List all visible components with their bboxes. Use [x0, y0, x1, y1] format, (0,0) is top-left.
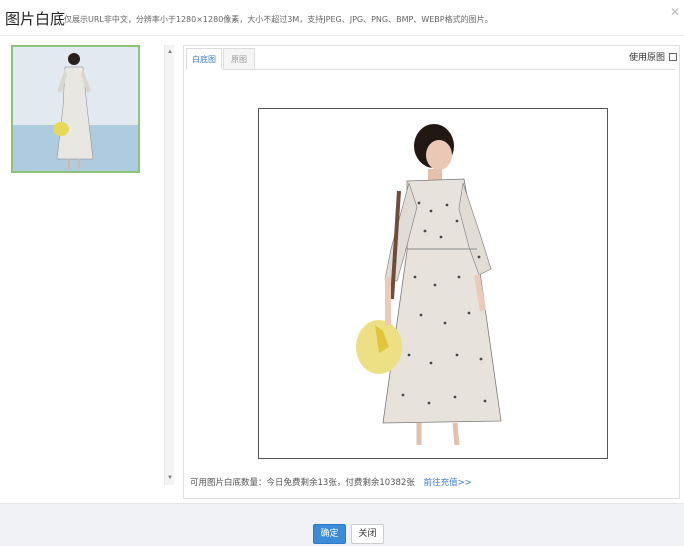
use-original-option[interactable]: 使用原图 [629, 50, 677, 63]
close-button[interactable]: 关闭 [351, 524, 384, 544]
image-thumbnail[interactable] [11, 45, 140, 173]
recharge-link[interactable]: 前往充值>> [424, 478, 472, 488]
use-original-label: 使用原图 [628, 53, 665, 63]
confirm-button[interactable]: 确定 [313, 524, 346, 544]
scroll-down-icon[interactable]: ▼ [165, 475, 175, 481]
dialog-subtitle: 仅展示URL非中文，分辨率小于1280×1280像素，大小不超过3M，支持JPE… [64, 15, 493, 24]
close-icon[interactable]: ✕ [670, 6, 680, 18]
preview-panel: 白底图 原图 使用原图 [183, 45, 680, 499]
tab-white-background[interactable]: 白底图 [186, 48, 222, 70]
tab-divider [255, 69, 675, 70]
thumbnail-scrollbar[interactable]: ▲ ▼ [164, 45, 174, 485]
use-original-checkbox[interactable] [669, 52, 677, 61]
image-preview [258, 108, 608, 459]
tab-original[interactable]: 原图 [223, 48, 255, 70]
preview-photo [356, 124, 502, 446]
dialog-title: 图片白底 [5, 10, 66, 28]
scroll-up-icon[interactable]: ▲ [165, 49, 175, 55]
quota-info: 可用图片白底数量：今日免费剩余13张，付费剩余10382张 前往充值>> [190, 476, 472, 488]
thumbnail-photo [13, 47, 138, 171]
dialog-header: 图片白底 仅展示URL非中文，分辨率小于1280×1280像素，大小不超过3M，… [0, 0, 684, 36]
quota-text: 可用图片白底数量：今日免费剩余13张，付费剩余10382张 [190, 478, 415, 488]
